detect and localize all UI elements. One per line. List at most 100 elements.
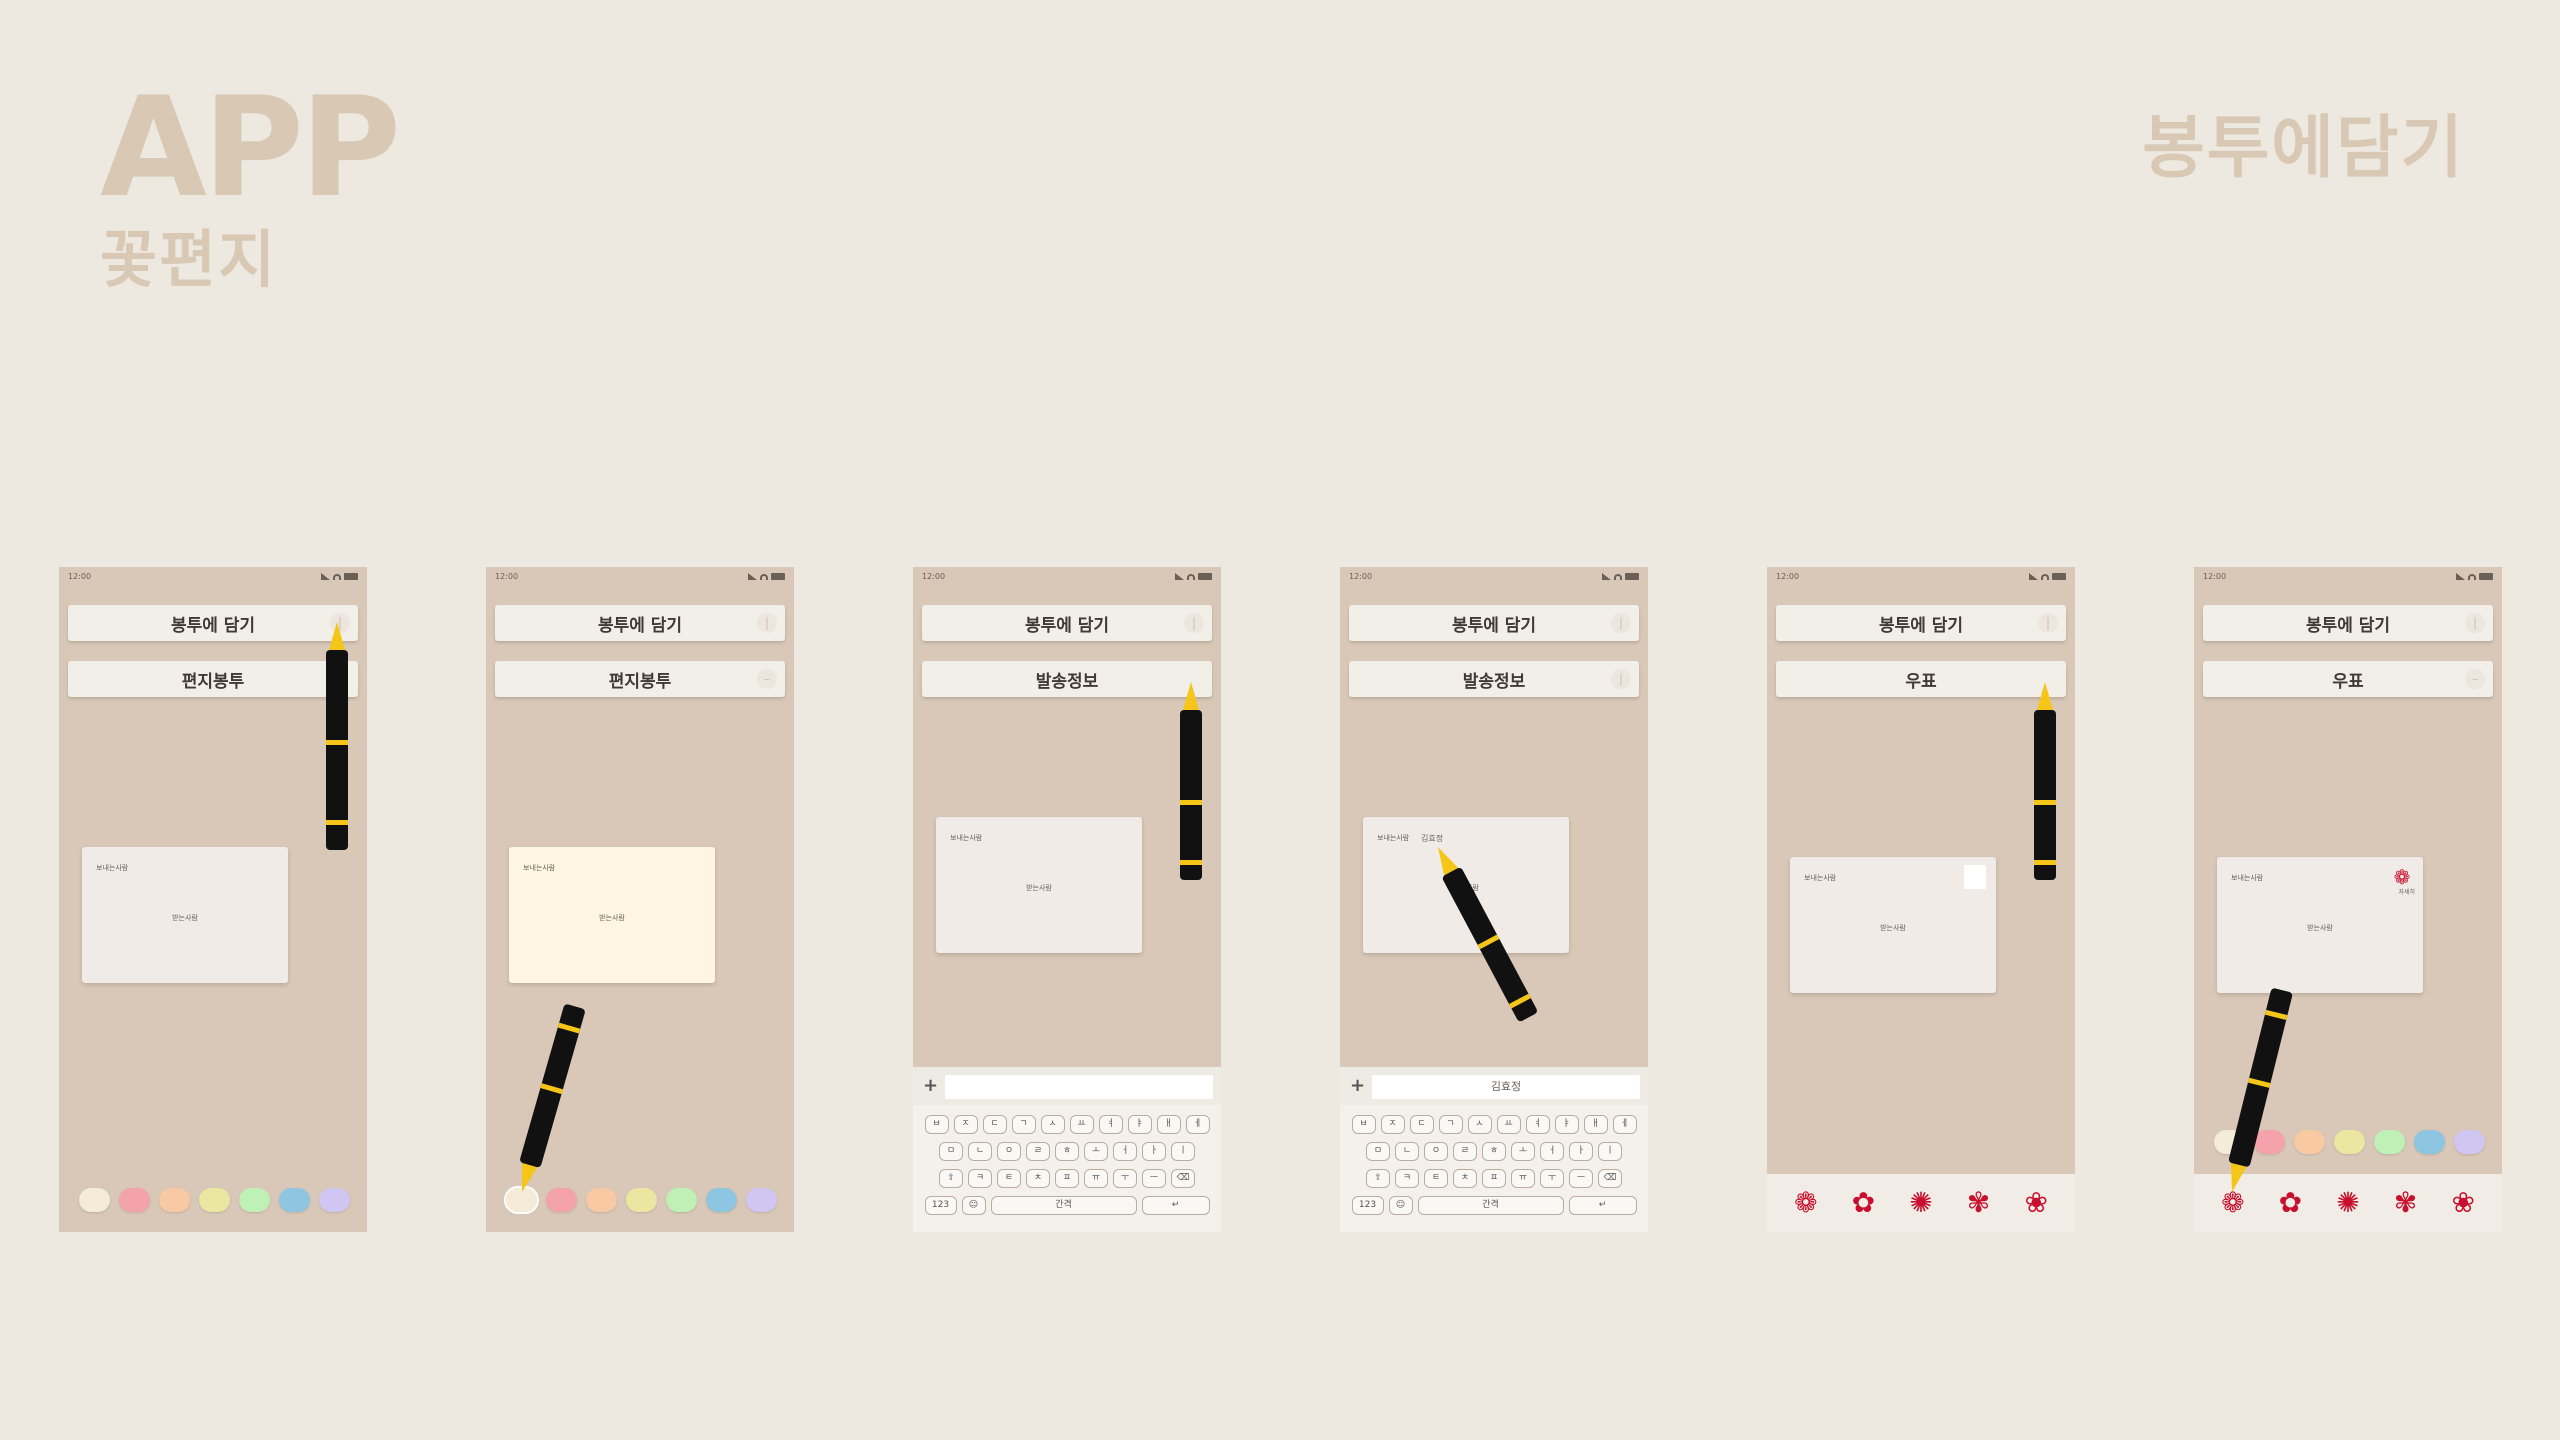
minus-icon[interactable]: –: [757, 669, 777, 689]
title-bar[interactable]: 봉투에 담기 |: [495, 605, 785, 641]
text-input[interactable]: [945, 1075, 1213, 1099]
blossom-stamp-icon[interactable]: ✾: [1964, 1188, 1994, 1218]
key[interactable]: ㅗ: [1084, 1142, 1108, 1161]
swatch-green[interactable]: [239, 1188, 270, 1212]
subtitle-bar[interactable]: 우표: [1776, 661, 2066, 697]
key[interactable]: ㅠ: [1511, 1169, 1535, 1188]
mic-icon[interactable]: |: [2038, 613, 2058, 633]
key[interactable]: ㅎ: [1482, 1142, 1506, 1161]
mic-icon[interactable]: |: [757, 613, 777, 633]
key[interactable]: ㄴ: [1395, 1142, 1419, 1161]
key[interactable]: ㅌ: [1424, 1169, 1448, 1188]
subtitle-bar[interactable]: 우표 –: [2203, 661, 2493, 697]
key[interactable]: ㅇ: [997, 1142, 1021, 1161]
emoji-icon[interactable]: ☺: [961, 1196, 986, 1215]
swatch-blue[interactable]: [706, 1188, 737, 1212]
flower-stamp-icon[interactable]: ✿: [2275, 1188, 2305, 1218]
key[interactable]: ㅡ: [1142, 1169, 1166, 1188]
minus-icon[interactable]: –: [2465, 669, 2485, 689]
key[interactable]: ㅁ: [939, 1142, 963, 1161]
key[interactable]: ㅌ: [997, 1169, 1021, 1188]
swatch-pink[interactable]: [546, 1188, 577, 1212]
blossom-stamp-icon[interactable]: ✾: [2391, 1188, 2421, 1218]
space-key[interactable]: 간격: [990, 1196, 1137, 1215]
key[interactable]: ㅈ: [953, 1115, 978, 1134]
key[interactable]: ㅊ: [1453, 1169, 1477, 1188]
key[interactable]: ㅜ: [1113, 1169, 1137, 1188]
text-input[interactable]: 김효정: [1372, 1075, 1640, 1099]
key[interactable]: ㅑ: [1127, 1115, 1152, 1134]
envelope[interactable]: 보내는사람 받는사람: [1790, 857, 1996, 993]
key[interactable]: ㅋ: [1395, 1169, 1419, 1188]
swatch-yellow[interactable]: [626, 1188, 657, 1212]
key[interactable]: ㅡ: [1569, 1169, 1593, 1188]
shift-key[interactable]: ⇧: [1366, 1169, 1390, 1188]
key[interactable]: ㅂ: [924, 1115, 949, 1134]
mic-icon[interactable]: |: [1611, 669, 1631, 689]
key[interactable]: ㅅ: [1040, 1115, 1065, 1134]
shift-key[interactable]: ⇧: [939, 1169, 963, 1188]
space-key[interactable]: 간격: [1417, 1196, 1564, 1215]
swatch-green[interactable]: [666, 1188, 697, 1212]
key[interactable]: ㅓ: [1113, 1142, 1137, 1161]
key[interactable]: ㅂ: [1351, 1115, 1376, 1134]
title-bar[interactable]: 봉투에 담기 |: [68, 605, 358, 641]
swatch-yellow[interactable]: [199, 1188, 230, 1212]
sunburst-stamp-icon[interactable]: ✺: [2333, 1188, 2363, 1218]
key[interactable]: ㅍ: [1482, 1169, 1506, 1188]
enter-key[interactable]: ↵: [1568, 1196, 1637, 1215]
key[interactable]: ㄹ: [1453, 1142, 1477, 1161]
key[interactable]: ㄱ: [1438, 1115, 1463, 1134]
key[interactable]: ㅕ: [1098, 1115, 1123, 1134]
key[interactable]: ㅓ: [1540, 1142, 1564, 1161]
key[interactable]: ㅣ: [1171, 1142, 1195, 1161]
swatch-peach[interactable]: [2294, 1130, 2325, 1154]
key[interactable]: ㅋ: [968, 1169, 992, 1188]
enter-key[interactable]: ↵: [1141, 1196, 1210, 1215]
rose-stamp-icon[interactable]: ❁: [1791, 1188, 1821, 1218]
number-key[interactable]: 123: [924, 1196, 957, 1215]
mic-icon[interactable]: |: [1611, 613, 1631, 633]
swatch-peach[interactable]: [586, 1188, 617, 1212]
key[interactable]: ㅔ: [1185, 1115, 1210, 1134]
title-bar[interactable]: 봉투에 담기 |: [1349, 605, 1639, 641]
envelope[interactable]: 보내는사람 받는사람: [936, 817, 1142, 953]
plus-icon[interactable]: +: [923, 1075, 938, 1096]
key[interactable]: ㅛ: [1496, 1115, 1521, 1134]
number-key[interactable]: 123: [1351, 1196, 1384, 1215]
swatch-lavender[interactable]: [746, 1188, 777, 1212]
sunburst-stamp-icon[interactable]: ✺: [1906, 1188, 1936, 1218]
title-bar[interactable]: 봉투에 담기 |: [1776, 605, 2066, 641]
key[interactable]: ㅍ: [1055, 1169, 1079, 1188]
applied-rose-stamp-icon[interactable]: ❁: [2391, 865, 2413, 889]
subtitle-bar[interactable]: 발송정보: [922, 661, 1212, 697]
key[interactable]: ㅔ: [1612, 1115, 1637, 1134]
key[interactable]: ㅎ: [1055, 1142, 1079, 1161]
subtitle-bar[interactable]: 편지봉투 –: [495, 661, 785, 697]
key[interactable]: ㅏ: [1142, 1142, 1166, 1161]
key[interactable]: ㅛ: [1069, 1115, 1094, 1134]
key[interactable]: ㅣ: [1598, 1142, 1622, 1161]
camellia-stamp-icon[interactable]: ❀: [2448, 1188, 2478, 1218]
key[interactable]: ㅐ: [1156, 1115, 1181, 1134]
key[interactable]: ㅕ: [1525, 1115, 1550, 1134]
key[interactable]: ㅠ: [1084, 1169, 1108, 1188]
stamp-slot[interactable]: [1964, 865, 1986, 889]
key[interactable]: ㄷ: [982, 1115, 1007, 1134]
key[interactable]: ㅑ: [1554, 1115, 1579, 1134]
swatch-cream[interactable]: [79, 1188, 110, 1212]
key[interactable]: ㅐ: [1583, 1115, 1608, 1134]
subtitle-bar[interactable]: 발송정보 |: [1349, 661, 1639, 697]
key[interactable]: ㅗ: [1511, 1142, 1535, 1161]
camellia-stamp-icon[interactable]: ❀: [2021, 1188, 2051, 1218]
swatch-pink[interactable]: [119, 1188, 150, 1212]
swatch-green[interactable]: [2374, 1130, 2405, 1154]
mic-icon[interactable]: |: [2465, 613, 2485, 633]
swatch-peach[interactable]: [159, 1188, 190, 1212]
swatch-yellow[interactable]: [2334, 1130, 2365, 1154]
mic-icon[interactable]: |: [1184, 613, 1204, 633]
key[interactable]: ㄹ: [1026, 1142, 1050, 1161]
envelope[interactable]: 보내는사람 받는사람: [82, 847, 288, 983]
key[interactable]: ㅏ: [1569, 1142, 1593, 1161]
key[interactable]: ㄷ: [1409, 1115, 1434, 1134]
